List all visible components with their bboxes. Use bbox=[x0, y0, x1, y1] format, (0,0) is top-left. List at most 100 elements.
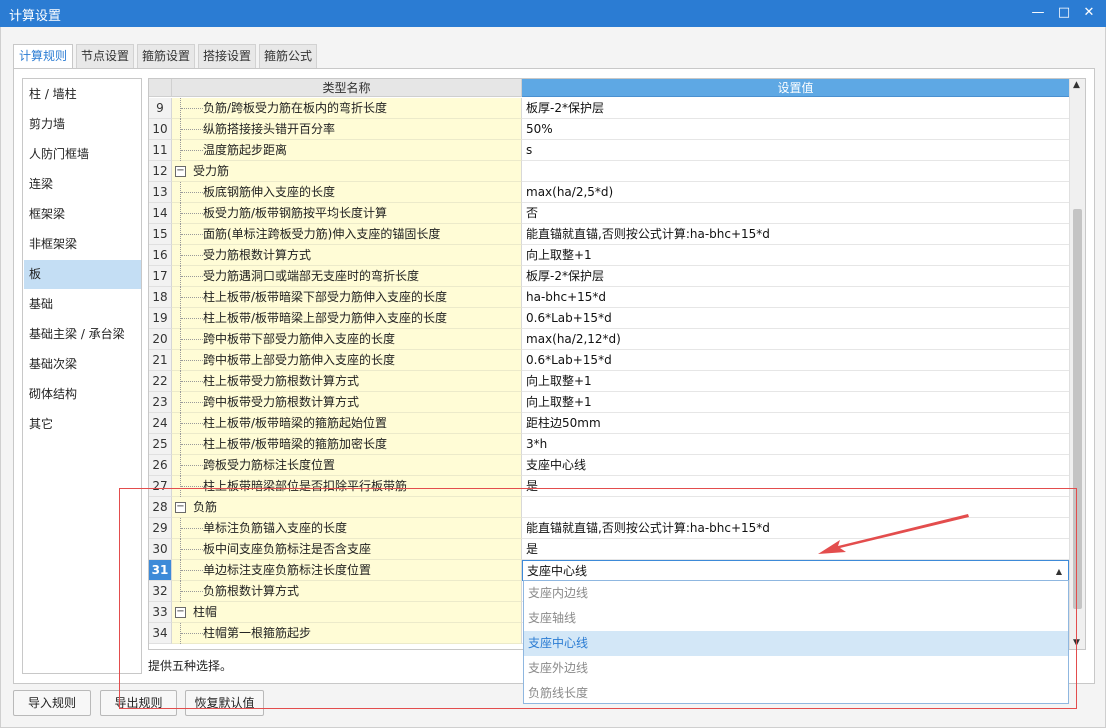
table-row[interactable]: 9 负筋/跨板受力筋在板内的弯折长度 板厚-2*保护层 bbox=[149, 98, 1069, 119]
setting-value-cell[interactable]: 是 bbox=[522, 539, 1069, 560]
sidebar-item-column[interactable]: 柱 / 墙柱 bbox=[24, 80, 141, 109]
table-row[interactable]: 29 单标注负筋锚入支座的长度 能直锚就直锚,否则按公式计算:ha-bhc+15*d bbox=[149, 518, 1069, 539]
type-name-cell[interactable]: 柱上板带/板带暗梁的箍筋加密长度 bbox=[172, 434, 522, 455]
type-name-cell[interactable]: 板中间支座负筋标注是否含支座 bbox=[172, 539, 522, 560]
close-icon[interactable]: ✕ bbox=[1078, 3, 1100, 23]
type-name-cell[interactable]: 柱上板带/板带暗梁下部受力筋伸入支座的长度 bbox=[172, 287, 522, 308]
table-row[interactable]: 25 柱上板带/板带暗梁的箍筋加密长度 3*h bbox=[149, 434, 1069, 455]
sidebar-item-foundation-secondary-beam[interactable]: 基础次梁 bbox=[24, 350, 141, 379]
sidebar-item-civil-defense-door-wall[interactable]: 人防门框墙 bbox=[24, 140, 141, 169]
minimize-icon[interactable]: — bbox=[1027, 3, 1049, 23]
collapse-icon[interactable]: − bbox=[175, 607, 186, 618]
setting-value-cell[interactable]: 否 bbox=[522, 203, 1069, 224]
table-row[interactable]: 24 柱上板带/板带暗梁的箍筋起始位置 距柱边50mm bbox=[149, 413, 1069, 434]
type-name-cell[interactable]: − 受力筋 bbox=[172, 161, 522, 182]
setting-value-cell[interactable]: ha-bhc+15*d bbox=[522, 287, 1069, 308]
type-name-cell[interactable]: 单标注负筋锚入支座的长度 bbox=[172, 518, 522, 539]
table-row[interactable]: 15 面筋(单标注跨板受力筋)伸入支座的锚固长度 能直锚就直锚,否则按公式计算:ha… bbox=[149, 224, 1069, 245]
table-row[interactable]: 21 跨中板带上部受力筋伸入支座的长度 0.6*Lab+15*d bbox=[149, 350, 1069, 371]
dropdown-option-support-axis[interactable]: 支座轴线 bbox=[524, 606, 1068, 631]
type-name-cell[interactable]: 柱帽第一根箍筋起步 bbox=[172, 623, 522, 644]
setting-value-cell[interactable]: 0.6*Lab+15*d bbox=[522, 350, 1069, 371]
setting-value-cell[interactable]: 是 bbox=[522, 476, 1069, 497]
type-name-cell[interactable]: 柱上板带暗梁部位是否扣除平行板带筋 bbox=[172, 476, 522, 497]
dropdown-option-support-outer-edge[interactable]: 支座外边线 bbox=[524, 656, 1068, 681]
setting-value-cell[interactable]: 能直锚就直锚,否则按公式计算:ha-bhc+15*d bbox=[522, 224, 1069, 245]
table-row[interactable]: 14 板受力筋/板带钢筋按平均长度计算 否 bbox=[149, 203, 1069, 224]
tab-stirrup-formula[interactable]: 箍筋公式 bbox=[259, 44, 317, 68]
table-row[interactable]: 26 跨板受力筋标注长度位置 支座中心线 bbox=[149, 455, 1069, 476]
table-row[interactable]: 16 受力筋根数计算方式 向上取整+1 bbox=[149, 245, 1069, 266]
table-row[interactable]: 30 板中间支座负筋标注是否含支座 是 bbox=[149, 539, 1069, 560]
setting-value-cell[interactable]: 3*h bbox=[522, 434, 1069, 455]
type-name-cell[interactable]: 温度筋起步距离 bbox=[172, 140, 522, 161]
setting-value-cell[interactable]: 能直锚就直锚,否则按公式计算:ha-bhc+15*d bbox=[522, 518, 1069, 539]
table-row[interactable]: 31 单边标注支座负筋标注长度位置 支座中心线 ▲ bbox=[149, 560, 1069, 581]
type-name-cell[interactable]: 面筋(单标注跨板受力筋)伸入支座的锚固长度 bbox=[172, 224, 522, 245]
type-name-cell[interactable]: 柱上板带受力筋根数计算方式 bbox=[172, 371, 522, 392]
type-name-cell[interactable]: 受力筋根数计算方式 bbox=[172, 245, 522, 266]
setting-value-cell[interactable]: 板厚-2*保护层 bbox=[522, 266, 1069, 287]
setting-value-cell[interactable]: 0.6*Lab+15*d bbox=[522, 308, 1069, 329]
setting-value-cell[interactable]: 向上取整+1 bbox=[522, 371, 1069, 392]
sidebar-item-other[interactable]: 其它 bbox=[24, 410, 141, 439]
type-name-cell[interactable]: 柱上板带/板带暗梁上部受力筋伸入支座的长度 bbox=[172, 308, 522, 329]
table-row[interactable]: 19 柱上板带/板带暗梁上部受力筋伸入支座的长度 0.6*Lab+15*d bbox=[149, 308, 1069, 329]
type-name-cell[interactable]: 单边标注支座负筋标注长度位置 bbox=[172, 560, 522, 581]
sidebar-item-shear-wall[interactable]: 剪力墙 bbox=[24, 110, 141, 139]
sidebar-item-non-frame-beam[interactable]: 非框架梁 bbox=[24, 230, 141, 259]
type-name-cell[interactable]: 板底钢筋伸入支座的长度 bbox=[172, 182, 522, 203]
export-rules-button[interactable]: 导出规则 bbox=[100, 690, 177, 716]
dropdown-option-support-centerline[interactable]: 支座中心线 bbox=[524, 631, 1068, 656]
scroll-thumb[interactable] bbox=[1073, 209, 1082, 609]
maximize-icon[interactable]: □ bbox=[1053, 3, 1075, 23]
table-row[interactable]: 10 纵筋搭接接头错开百分率 50% bbox=[149, 119, 1069, 140]
dropdown-caret-icon[interactable]: ▲ bbox=[1056, 561, 1062, 582]
collapse-icon[interactable]: − bbox=[175, 502, 186, 513]
table-row[interactable]: 27 柱上板带暗梁部位是否扣除平行板带筋 是 bbox=[149, 476, 1069, 497]
sidebar-item-masonry[interactable]: 砌体结构 bbox=[24, 380, 141, 409]
dropdown-list[interactable]: 支座内边线 支座轴线 支座中心线 支座外边线 负筋线长度 bbox=[523, 580, 1069, 704]
table-row[interactable]: 17 受力筋遇洞口或端部无支座时的弯折长度 板厚-2*保护层 bbox=[149, 266, 1069, 287]
setting-value-cell[interactable]: s bbox=[522, 140, 1069, 161]
table-row[interactable]: 23 跨中板带受力筋根数计算方式 向上取整+1 bbox=[149, 392, 1069, 413]
table-row[interactable]: 22 柱上板带受力筋根数计算方式 向上取整+1 bbox=[149, 371, 1069, 392]
sidebar-item-foundation[interactable]: 基础 bbox=[24, 290, 141, 319]
setting-value-cell[interactable]: 向上取整+1 bbox=[522, 245, 1069, 266]
setting-value-cell[interactable]: 板厚-2*保护层 bbox=[522, 98, 1069, 119]
vertical-scrollbar[interactable]: ▲ ▼ bbox=[1069, 79, 1085, 649]
table-row[interactable]: 20 跨中板带下部受力筋伸入支座的长度 max(ha/2,12*d) bbox=[149, 329, 1069, 350]
table-row[interactable]: 13 板底钢筋伸入支座的长度 max(ha/2,5*d) bbox=[149, 182, 1069, 203]
table-row[interactable]: 18 柱上板带/板带暗梁下部受力筋伸入支座的长度 ha-bhc+15*d bbox=[149, 287, 1069, 308]
type-name-cell[interactable]: 跨板受力筋标注长度位置 bbox=[172, 455, 522, 476]
setting-value-cell[interactable]: 支座中心线 bbox=[522, 455, 1069, 476]
restore-defaults-button[interactable]: 恢复默认值 bbox=[185, 690, 264, 716]
group-row[interactable]: 12− 受力筋 bbox=[149, 161, 1069, 182]
type-name-cell[interactable]: − 负筋 bbox=[172, 497, 522, 518]
sidebar-item-foundation-main-beam[interactable]: 基础主梁 / 承台梁 bbox=[24, 320, 141, 349]
type-name-cell[interactable]: 受力筋遇洞口或端部无支座时的弯折长度 bbox=[172, 266, 522, 287]
type-name-cell[interactable]: − 柱帽 bbox=[172, 602, 522, 623]
setting-value-cell[interactable]: 向上取整+1 bbox=[522, 392, 1069, 413]
table-row[interactable]: 11 温度筋起步距离 s bbox=[149, 140, 1069, 161]
type-name-cell[interactable]: 负筋根数计算方式 bbox=[172, 581, 522, 602]
collapse-icon[interactable]: − bbox=[175, 166, 186, 177]
type-name-cell[interactable]: 跨中板带受力筋根数计算方式 bbox=[172, 392, 522, 413]
setting-value-cell[interactable] bbox=[522, 497, 1069, 518]
dropdown-option-negative-bar-length[interactable]: 负筋线长度 bbox=[524, 681, 1068, 706]
group-row[interactable]: 28− 负筋 bbox=[149, 497, 1069, 518]
tab-lap-settings[interactable]: 搭接设置 bbox=[198, 44, 256, 68]
import-rules-button[interactable]: 导入规则 bbox=[13, 690, 91, 716]
setting-value-cell[interactable] bbox=[522, 161, 1069, 182]
sidebar-item-coupling-beam[interactable]: 连梁 bbox=[24, 170, 141, 199]
type-name-cell[interactable]: 负筋/跨板受力筋在板内的弯折长度 bbox=[172, 98, 522, 119]
setting-value-cell[interactable]: max(ha/2,12*d) bbox=[522, 329, 1069, 350]
sidebar-item-frame-beam[interactable]: 框架梁 bbox=[24, 200, 141, 229]
type-name-cell[interactable]: 跨中板带上部受力筋伸入支座的长度 bbox=[172, 350, 522, 371]
sidebar-item-slab[interactable]: 板 bbox=[24, 260, 141, 289]
type-name-cell[interactable]: 跨中板带下部受力筋伸入支座的长度 bbox=[172, 329, 522, 350]
scroll-up-icon[interactable]: ▲ bbox=[1073, 80, 1080, 90]
column-header-type-name[interactable]: 类型名称 bbox=[172, 79, 522, 97]
tab-node-settings[interactable]: 节点设置 bbox=[76, 44, 134, 68]
setting-value-cell[interactable]: 距柱边50mm bbox=[522, 413, 1069, 434]
